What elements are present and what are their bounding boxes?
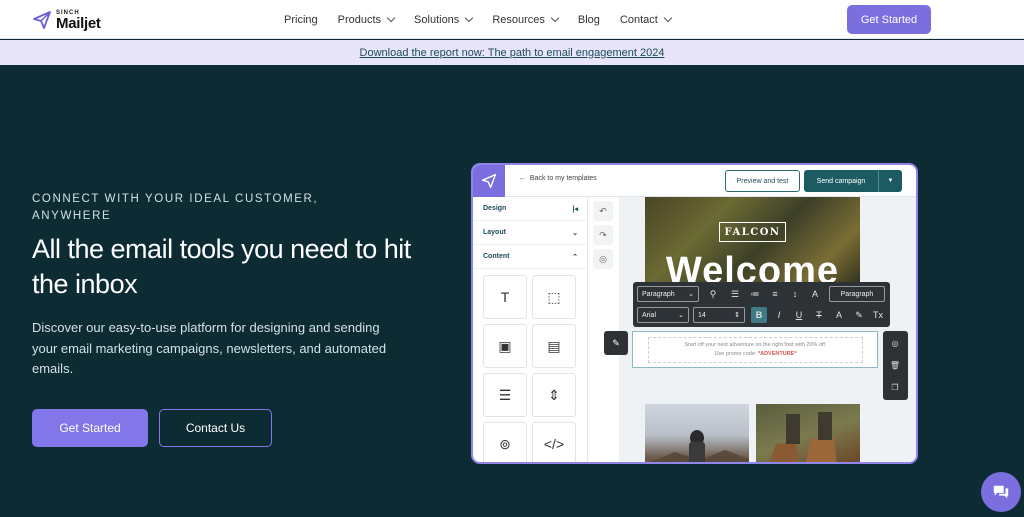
chevron-down-icon [386, 13, 396, 23]
sidebar-content[interactable]: Content ⌃ [473, 245, 588, 269]
chevron-down-icon [550, 13, 560, 23]
redo-icon[interactable]: ↷ [593, 225, 613, 245]
nav-contact[interactable]: Contact [620, 13, 673, 26]
chevron-up-icon: ⌃ [572, 253, 578, 261]
spacer-icon: ⇕ [548, 386, 560, 403]
code-icon: </> [543, 436, 565, 452]
text-line-2: Use promo code: *ADVENTURE* [714, 351, 797, 357]
text-format-toolbar: Paragraph ⌄ ⚲ ☰ ≔ ≡ ↕ A Paragraph Arial ⌄ … [633, 282, 890, 327]
nav-products[interactable]: Products [338, 13, 396, 26]
hiker-illustration [650, 430, 749, 462]
nav-get-started-button[interactable]: Get Started [847, 5, 931, 34]
social-icon: ⊚ [499, 435, 511, 452]
nav-resources[interactable]: Resources [492, 13, 560, 26]
chevron-down-icon [663, 13, 673, 23]
chevron-down-icon: ⌄ [678, 312, 684, 319]
cursor-button-icon: ⬚ [547, 288, 561, 305]
email-text-block[interactable]: Start off your next adventure on the rig… [632, 331, 878, 368]
report-download-link[interactable]: Download the report now: The path to ema… [360, 47, 665, 59]
section-block-tile[interactable]: ☰ [483, 373, 527, 417]
comment-icon[interactable]: ◎ [887, 335, 903, 351]
paper-plane-icon [481, 173, 497, 189]
video-block-tile[interactable]: ▤ [532, 324, 576, 368]
block-actions: ◎ 🗑 ❐ [883, 331, 908, 400]
stepper-arrows-icon: ⇕ [734, 312, 740, 319]
editor-topbar: ← Back to my templates Preview and test … [473, 165, 916, 197]
main-menu: Pricing Products Solutions Resources Blo… [284, 0, 673, 39]
duplicate-icon[interactable]: ❐ [887, 379, 903, 395]
text-line-1: Start off your next adventure on the rig… [684, 342, 827, 348]
sidebar-layout[interactable]: Layout ⌄ [473, 221, 588, 245]
underline-icon[interactable]: U [791, 307, 807, 323]
trash-icon[interactable]: 🗑 [887, 357, 903, 373]
bold-icon[interactable]: B [751, 307, 767, 323]
comment-icon[interactable]: ◎ [593, 249, 613, 269]
preview-and-test-button[interactable]: Preview and test [725, 170, 800, 192]
hero-eyebrow: CONNECT WITH YOUR IDEAL CUSTOMER, ANYWHE… [32, 193, 319, 222]
paragraph-style-button[interactable]: Paragraph [829, 286, 885, 302]
link-icon[interactable]: ⚲ [705, 286, 721, 302]
chat-bubble-icon [993, 485, 1009, 499]
text-block-content[interactable]: Start off your next adventure on the rig… [648, 337, 863, 363]
chevron-down-icon: ⌄ [572, 229, 578, 237]
editor-logo [473, 165, 505, 197]
paper-plane-icon [33, 11, 51, 29]
strikethrough-icon[interactable]: T [811, 307, 827, 323]
nav-solutions[interactable]: Solutions [414, 13, 474, 26]
email-canvas: FALCON Welcome [619, 197, 916, 462]
logo-mailjet-text: Mailjet [56, 14, 101, 32]
social-block-tile[interactable]: ⊚ [483, 422, 527, 462]
button-block-tile[interactable]: ⬚ [532, 275, 576, 319]
top-nav: SINCH Mailjet Pricing Products Solutions… [0, 0, 1024, 39]
email-hero-image[interactable]: FALCON Welcome [645, 197, 860, 287]
boots-illustration [770, 412, 837, 462]
video-icon: ▤ [547, 337, 561, 354]
align-left-icon[interactable]: ≡ [767, 286, 783, 302]
send-campaign-button[interactable]: Send campaign ▼ [804, 170, 902, 192]
history-tools: ↶ ↷ ◎ [591, 197, 615, 462]
block-type-select[interactable]: Paragraph ⌄ [637, 286, 699, 302]
chevron-down-icon[interactable]: ▼ [878, 170, 902, 192]
chevron-down-icon [465, 13, 474, 23]
hero-get-started-button[interactable]: Get Started [32, 409, 148, 447]
undo-icon[interactable]: ↶ [593, 201, 613, 221]
text-color-icon[interactable]: A [831, 307, 847, 323]
editor-sidebar: Design |◂ Layout ⌄ Content ⌃ T ⬚ ▣ ▤ ☰ ⇕… [473, 197, 588, 462]
line-height-icon[interactable]: ↕ [787, 286, 803, 302]
chat-widget-button[interactable] [981, 472, 1021, 512]
mailjet-logo[interactable]: SINCH Mailjet [32, 9, 112, 31]
hero-subcopy: Discover our easy-to-use platform for de… [32, 320, 387, 376]
bullet-list-icon[interactable]: ☰ [727, 286, 743, 302]
hero-headline: All the email tools you need to hit the … [32, 234, 411, 299]
clear-format-icon[interactable]: Tx [870, 307, 886, 323]
html-block-tile[interactable]: </> [532, 422, 576, 462]
boots-photo[interactable] [756, 404, 860, 462]
falcon-badge: FALCON [719, 222, 786, 242]
arrow-left-icon: ← [519, 175, 526, 182]
section-icon: ☰ [498, 386, 512, 403]
nav-blog[interactable]: Blog [578, 14, 600, 26]
hero-contact-us-button[interactable]: Contact Us [159, 409, 272, 447]
font-size-stepper[interactable]: 14 ⇕ [693, 307, 745, 323]
image-icon: ▣ [498, 337, 512, 354]
spacer-block-tile[interactable]: ⇕ [532, 373, 576, 417]
image-block-tile[interactable]: ▣ [483, 324, 527, 368]
back-to-templates-link[interactable]: ← Back to my templates [519, 175, 597, 182]
text-icon: T [500, 289, 510, 305]
highlight-icon[interactable]: ✎ [851, 307, 867, 323]
text-block-tile[interactable]: T [483, 275, 527, 319]
announcement-banner: Download the report now: The path to ema… [0, 40, 1024, 65]
hiker-photo[interactable] [645, 404, 749, 462]
send-campaign-label: Send campaign [816, 177, 866, 185]
chevron-down-icon: ⌄ [688, 291, 694, 298]
collapse-left-icon: |◂ [572, 205, 578, 213]
nav-pricing[interactable]: Pricing [284, 14, 318, 26]
sidebar-design[interactable]: Design |◂ [473, 197, 588, 221]
email-editor-preview: ← Back to my templates Preview and test … [473, 165, 916, 462]
font-family-select[interactable]: Arial ⌄ [637, 307, 689, 323]
numbered-list-icon[interactable]: ≔ [747, 286, 763, 302]
text-case-icon[interactable]: A [807, 286, 823, 302]
italic-icon[interactable]: I [771, 307, 787, 323]
pencil-icon[interactable]: ✎ [604, 331, 628, 355]
